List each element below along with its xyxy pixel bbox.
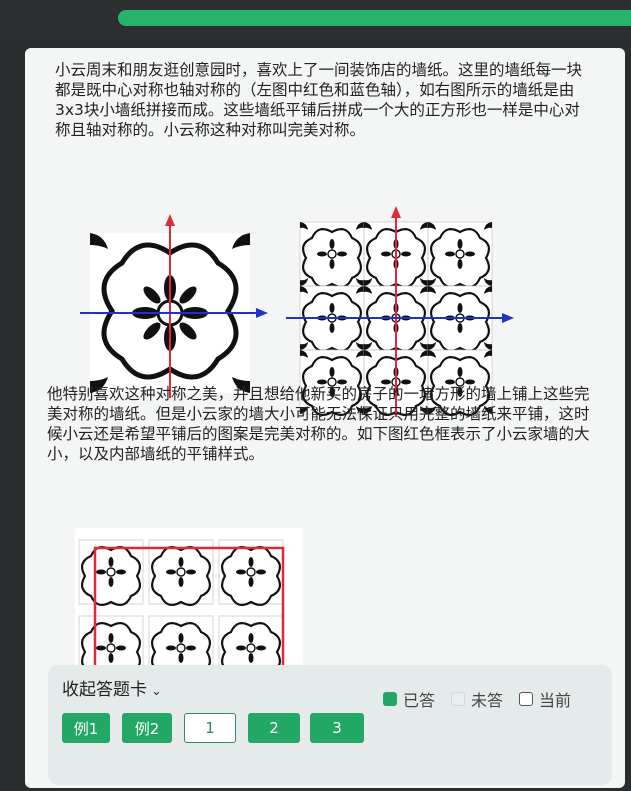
question-button-3[interactable]: 3 xyxy=(310,713,364,743)
problem-paragraph-2: 他特别喜欢这种对称之美，并且想给他新买的房子的一堵方形的墙上铺上这些完美对称的墙… xyxy=(47,385,590,463)
current-swatch-icon xyxy=(519,692,534,706)
undone-swatch-icon xyxy=(451,692,466,706)
legend-current-label: 当前 xyxy=(539,691,572,710)
progress-bar xyxy=(118,10,631,26)
legend-done-label: 已答 xyxy=(403,691,436,710)
question-button-1-current[interactable]: 1 xyxy=(184,713,236,743)
legend-undone: 未答 xyxy=(451,687,503,711)
question-button-example-1[interactable]: 例1 xyxy=(62,713,110,743)
answer-card: 收起答题卡 ⌄ 已答 未答 当前 例1 例2 1 2 3 xyxy=(48,665,612,785)
question-button-2[interactable]: 2 xyxy=(248,713,300,743)
done-swatch-icon xyxy=(383,692,397,706)
legend-current: 当前 xyxy=(519,687,571,711)
question-button-example-2[interactable]: 例2 xyxy=(122,713,172,743)
chevron-down-icon: ⌄ xyxy=(151,684,162,699)
top-bar xyxy=(0,0,631,40)
collapse-answer-card-toggle[interactable]: 收起答题卡 ⌄ xyxy=(62,675,162,700)
answer-card-title: 收起答题卡 xyxy=(62,680,147,700)
legend-done: 已答 xyxy=(383,687,435,711)
problem-paragraph-1: 小云周末和朋友逛创意园时，喜欢上了一间装饰店的墙纸。这里的墙纸每一块都是既中心对… xyxy=(55,61,583,139)
answer-legend: 已答 未答 当前 xyxy=(383,687,587,711)
legend-undone-label: 未答 xyxy=(471,691,504,710)
